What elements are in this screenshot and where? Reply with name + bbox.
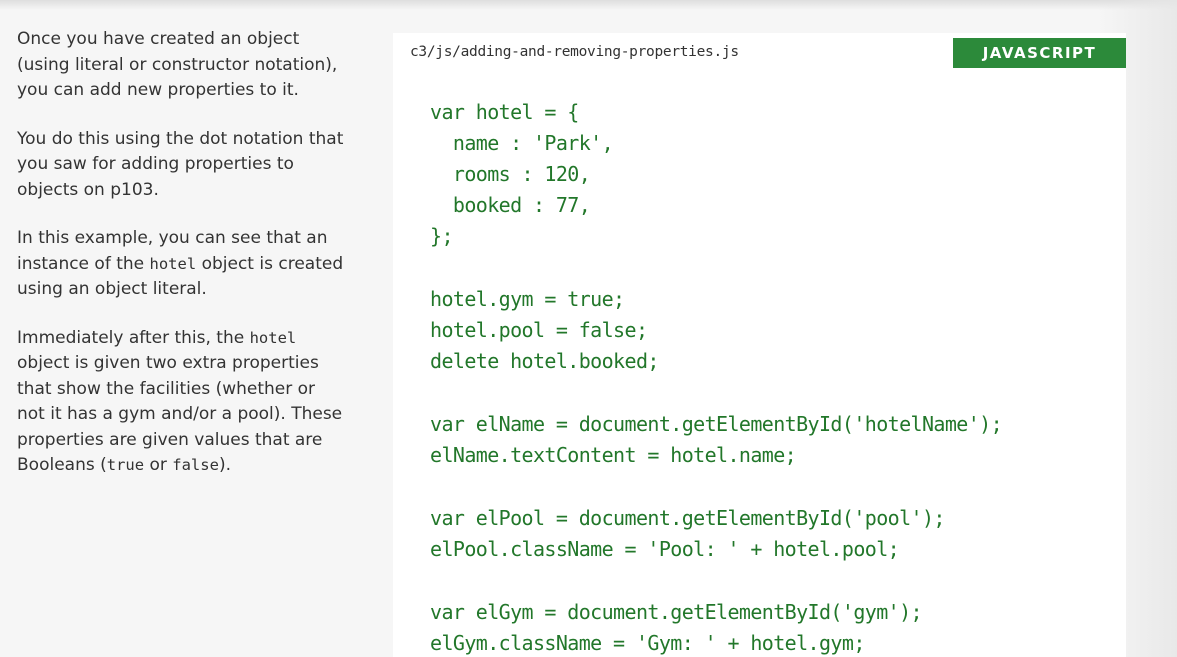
code-block-gap — [430, 252, 1002, 284]
text-segment: or — [144, 455, 173, 475]
code-line: hotel.gym = true; — [430, 287, 625, 311]
inline-code: hotel — [249, 328, 297, 347]
paragraph-object-literal: In this example, you can see that an ins… — [17, 226, 347, 303]
paragraph-extra-properties: Immediately after this, the hotel object… — [17, 326, 347, 479]
code-line: elName.textContent = hotel.name; — [430, 443, 797, 467]
code-listing: var hotel = { name : 'Park', rooms : 120… — [430, 97, 1003, 657]
inline-code: true — [106, 456, 145, 474]
code-block-gap — [430, 565, 1002, 597]
code-line: var elGym = document.getElementById('gym… — [430, 600, 923, 624]
code-line: var elPool = document.getElementById('po… — [430, 506, 945, 530]
code-line: name : 'Park', — [430, 131, 614, 155]
file-path: c3/js/adding-and-removing-properties.js — [410, 44, 739, 60]
code-line: elGym.className = 'Gym: ' + hotel.gym; — [430, 631, 865, 655]
paragraph-intro: Once you have created an object (using l… — [17, 29, 338, 100]
inline-code: false — [172, 456, 219, 474]
text-segment: ). — [218, 455, 231, 475]
paragraph-dot-notation: You do this using the dot notation that … — [17, 128, 344, 200]
code-line: }; — [430, 224, 453, 248]
code-line: hotel.pool = false; — [430, 318, 648, 342]
page-top-edge — [0, 0, 1177, 10]
inline-code: hotel — [149, 254, 197, 273]
code-line: rooms : 120, — [430, 162, 591, 186]
code-panel: c3/js/adding-and-removing-properties.js … — [393, 33, 1126, 657]
code-block-gap — [430, 471, 1002, 503]
code-block-gap — [430, 377, 1002, 409]
code-line: booked : 77, — [430, 193, 591, 217]
text-segment: Immediately after this, the — [17, 327, 250, 348]
code-line: elPool.className = 'Pool: ' + hotel.pool… — [430, 537, 900, 561]
code-line: delete hotel.booked; — [430, 349, 659, 373]
explanation-column: Once you have created an object (using l… — [17, 27, 347, 502]
code-line: var elName = document.getElementById('ho… — [430, 412, 1003, 436]
language-badge: JAVASCRIPT — [953, 38, 1126, 68]
code-line: var hotel = { — [430, 100, 579, 124]
